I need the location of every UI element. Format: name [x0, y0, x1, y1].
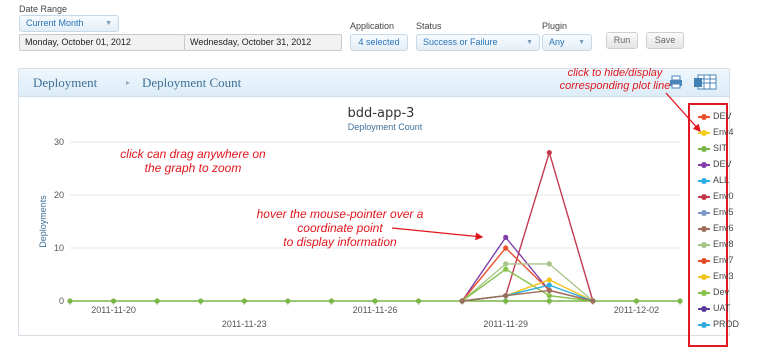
data-point — [503, 234, 509, 240]
legend-item[interactable]: Env4 — [690, 126, 750, 140]
data-point — [459, 298, 465, 304]
legend-item[interactable]: DEV — [690, 110, 750, 124]
data-point — [677, 298, 683, 304]
legend-marker-icon — [701, 113, 707, 120]
legend-label: ALL — [713, 175, 730, 185]
legend-label: Env5 — [713, 207, 734, 217]
legend-marker-icon — [701, 129, 707, 136]
chart-title: bdd-app-3 — [348, 106, 415, 121]
data-point — [198, 298, 204, 304]
hover-hint-line-3: to display information — [283, 235, 397, 249]
legend-marker-icon — [701, 145, 707, 152]
data-point — [546, 261, 552, 267]
data-point — [546, 298, 552, 304]
legend-item[interactable]: Env6 — [690, 222, 750, 236]
legend-label: UAT — [713, 303, 731, 313]
legend-item[interactable]: Env8 — [690, 238, 750, 252]
hover-hint-line-1: hover the mouse-pointer over a — [256, 207, 424, 221]
x-tick-label: 2011-12-02 — [614, 305, 659, 315]
legend-label: DEV — [713, 111, 732, 121]
legend-marker-icon — [701, 177, 707, 184]
data-point — [503, 266, 509, 272]
legend-label: Env3 — [713, 271, 734, 281]
data-point — [67, 298, 73, 304]
legend-marker-icon — [701, 225, 707, 232]
data-point — [328, 298, 335, 304]
legend-item[interactable]: DEV — [690, 158, 750, 172]
legend-marker-icon — [701, 257, 707, 264]
x-tick-label: 2011-11-23 — [222, 319, 267, 329]
legend-marker-icon — [701, 193, 707, 200]
data-point — [546, 150, 552, 156]
x-tick-label: 2011-11-20 — [91, 305, 136, 315]
legend-item[interactable]: Env3 — [690, 270, 750, 284]
legend-marker-icon — [701, 209, 707, 216]
y-axis-label: Deployments — [38, 195, 48, 248]
legend-marker-icon — [701, 305, 707, 312]
legend-label: Dev — [713, 287, 730, 297]
legend-item[interactable]: Env7 — [690, 254, 750, 268]
legend-item[interactable]: Env0 — [690, 190, 750, 204]
legend-marker-icon — [701, 321, 707, 328]
chart-legend: DEV Env4 SIT DEV ALL Env0 Env5 Env6 Env8 Env7 Env3… — [690, 110, 750, 346]
legend-label: Env8 — [713, 239, 734, 249]
data-point — [546, 287, 552, 293]
hover-hint-line-2: coordinate point — [297, 221, 383, 235]
data-point — [633, 298, 640, 304]
data-point — [546, 277, 552, 283]
legend-label: Env7 — [713, 255, 734, 265]
hover-hint-annotation: hover the mouse-pointer over a coordinat… — [222, 207, 458, 249]
legend-label: PROD — [713, 319, 740, 329]
data-point — [415, 298, 422, 304]
legend-marker-icon — [701, 273, 707, 280]
legend-marker-icon — [701, 241, 707, 248]
data-point — [546, 282, 552, 288]
legend-item[interactable]: UAT — [690, 302, 750, 316]
data-point — [241, 298, 247, 304]
legend-label: Env6 — [713, 223, 734, 233]
y-tick-label: 0 — [59, 296, 64, 306]
legend-item[interactable]: SIT — [690, 142, 750, 156]
y-tick-label: 10 — [54, 243, 64, 253]
data-point — [154, 298, 160, 304]
legend-hint-line-1: click to hide/display — [567, 67, 663, 79]
line-chart[interactable]: bdd-app-3Deployment Count 0 10 20 30 Deployme… — [0, 0, 761, 355]
legend-label: Env4 — [713, 127, 734, 137]
zoom-hint-annotation: click can drag anywhere on the graph to … — [98, 147, 288, 175]
legend-label: DEV — [713, 159, 732, 169]
legend-item[interactable]: Dev — [690, 286, 750, 300]
x-tick-label: 2011-11-26 — [353, 305, 398, 315]
legend-item[interactable]: Env5 — [690, 206, 750, 220]
series-line — [462, 150, 594, 302]
legend-item[interactable]: ALL — [690, 174, 750, 188]
data-point — [285, 298, 291, 304]
legend-hint-annotation: click to hide/display corresponding plot… — [535, 67, 695, 93]
data-point — [590, 298, 596, 304]
data-point — [503, 245, 509, 251]
legend-marker-icon — [701, 289, 707, 296]
data-point — [110, 298, 117, 304]
legend-marker-icon — [701, 161, 707, 168]
y-tick-label: 30 — [54, 137, 64, 147]
x-tick-label: 2011-11-29 — [483, 319, 528, 329]
data-point — [372, 298, 378, 304]
zoom-hint-line-2: the graph to zoom — [144, 161, 242, 175]
y-tick-label: 20 — [54, 190, 64, 200]
legend-label: SIT — [713, 143, 728, 153]
data-point — [503, 261, 509, 267]
data-point — [546, 293, 552, 299]
data-point — [503, 298, 509, 304]
legend-label: Env0 — [713, 191, 734, 201]
data-point — [503, 293, 509, 299]
chart-subtitle: Deployment Count — [348, 122, 423, 132]
zoom-hint-line-1: click can drag anywhere on — [120, 147, 266, 161]
legend-item[interactable]: PROD — [690, 318, 750, 332]
legend-hint-line-2: corresponding plot line — [559, 80, 671, 92]
